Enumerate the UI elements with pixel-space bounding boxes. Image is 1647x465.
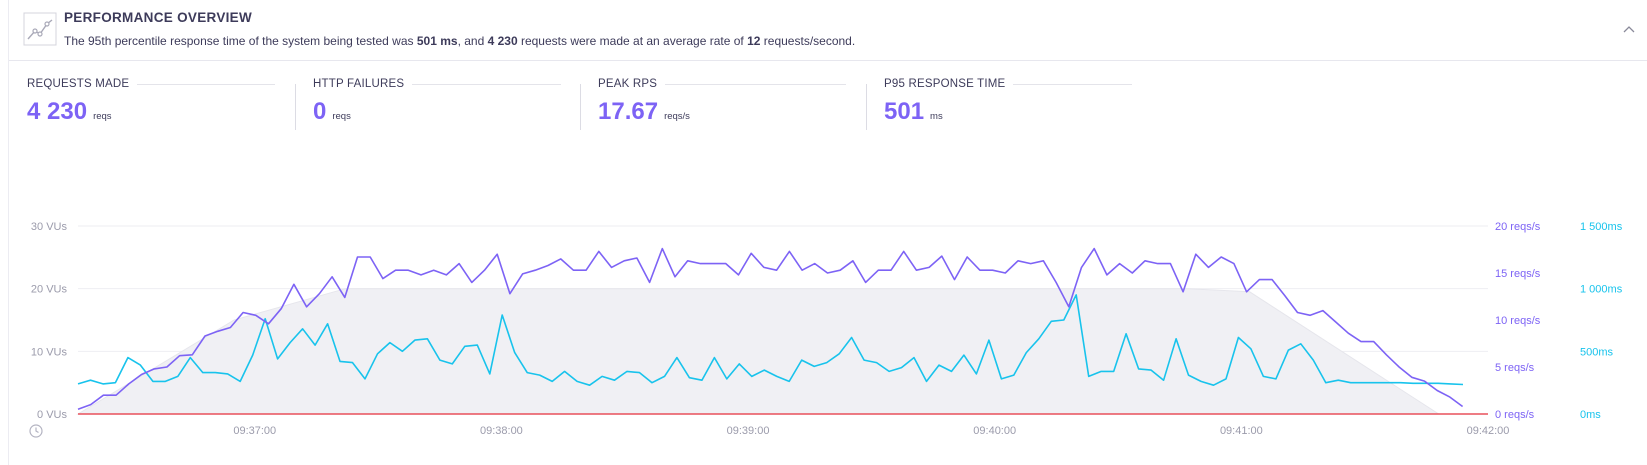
y-right-rps-tick-label: 5 reqs/s xyxy=(1495,362,1535,374)
x-tick-label: 09:38:00 xyxy=(480,425,523,437)
x-tick-label: 09:37:00 xyxy=(233,425,276,437)
clock-icon-hands xyxy=(35,427,39,434)
y-right-rps-tick-label: 15 reqs/s xyxy=(1495,268,1541,280)
y-right-ms-tick-label: 1 500ms xyxy=(1580,221,1623,233)
x-tick-label: 09:40:00 xyxy=(973,425,1016,437)
y-right-rps-tick-label: 10 reqs/s xyxy=(1495,315,1541,327)
y-right-ms-tick-label: 500ms xyxy=(1580,346,1614,358)
y-right-ms-tick-label: 0ms xyxy=(1580,409,1601,421)
performance-chart[interactable]: 0 VUs 10 VUs 20 VUs 30 VUs 0 reqs/s 5 reqs/s 1… xyxy=(0,0,1647,465)
y-right-rps-tick-label: 20 reqs/s xyxy=(1495,221,1541,233)
x-tick-label: 09:41:00 xyxy=(1220,425,1263,437)
y-left-tick-label: 30 VUs xyxy=(31,221,68,233)
y-left-tick-label: 0 VUs xyxy=(37,409,67,421)
y-left-tick-label: 10 VUs xyxy=(31,346,68,358)
x-tick-label: 09:42:00 xyxy=(1467,425,1510,437)
y-right-ms-tick-label: 1 000ms xyxy=(1580,284,1623,296)
y-left-tick-label: 20 VUs xyxy=(31,284,68,296)
x-tick-label: 09:39:00 xyxy=(727,425,770,437)
y-right-rps-tick-label: 0 reqs/s xyxy=(1495,409,1535,421)
